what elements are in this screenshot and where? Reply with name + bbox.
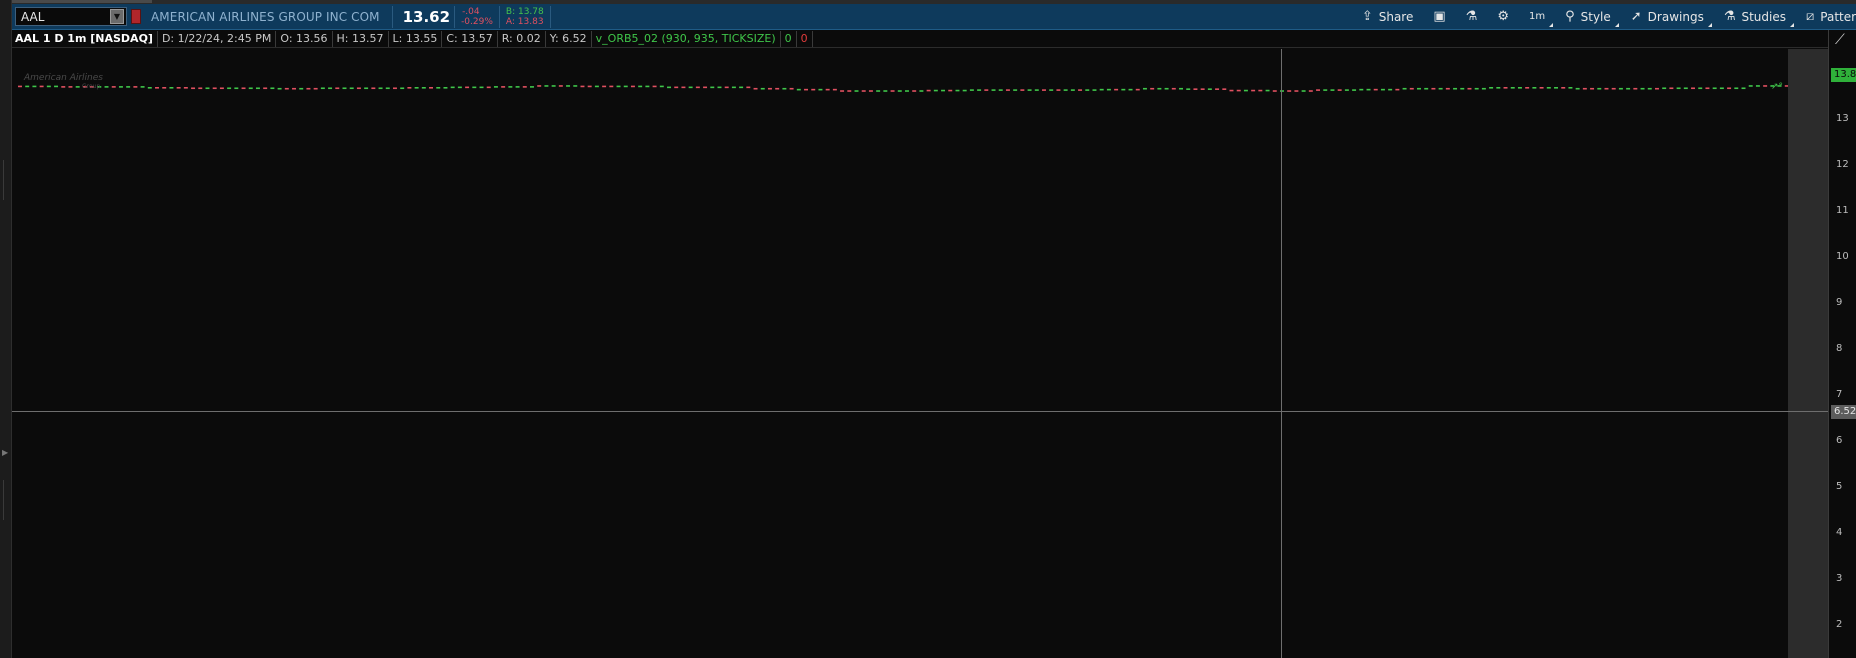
crosshair-horizontal xyxy=(12,411,1828,412)
quote-icon: ▣ xyxy=(1433,9,1446,24)
studies-label: Studies xyxy=(1741,9,1786,24)
price-axis-label: 6 xyxy=(1836,435,1843,446)
flask-icon: ⚗ xyxy=(1465,9,1478,24)
price-axis-label: 7 xyxy=(1836,389,1843,400)
price-axis-label: 2 xyxy=(1836,619,1843,630)
corner-indicator xyxy=(1614,22,1619,27)
price-axis-label: 9 xyxy=(1836,297,1843,308)
price-axis-label: 10 xyxy=(1836,251,1849,262)
patterns-icon: ⧄ xyxy=(1806,9,1815,24)
share-label: Share xyxy=(1378,9,1414,24)
settings-button[interactable]: ⚙ xyxy=(1487,4,1519,30)
divider xyxy=(549,5,551,28)
bar-close: C: 13.57 xyxy=(442,30,498,47)
price-axis-label: 8 xyxy=(1836,343,1843,354)
studies-button[interactable]: ⚗ Studies xyxy=(1714,4,1796,30)
chart-toolbar: AAL ▼ AMERICAN AIRLINES GROUP INC COM 13… xyxy=(12,4,1856,30)
style-label: Style xyxy=(1580,9,1611,24)
flask-button[interactable]: ⚗ xyxy=(1456,4,1488,30)
corner-indicator xyxy=(1790,22,1794,27)
last-bar-marker: ↗° xyxy=(1771,82,1783,92)
cursor-icon: ➚ xyxy=(1630,9,1642,24)
timeframe-label: 1m xyxy=(1528,11,1546,22)
change-percent: -0.29% xyxy=(461,16,493,27)
window-tab[interactable] xyxy=(12,0,152,3)
drawings-label: Drawings xyxy=(1647,9,1704,24)
timeframe-button[interactable]: 1m xyxy=(1519,4,1555,30)
chart-right-margin xyxy=(1788,49,1828,658)
patterns-label: Patterns xyxy=(1820,9,1856,24)
share-icon: ⇪ xyxy=(1361,9,1373,24)
patterns-button[interactable]: ⧄ Patterns xyxy=(1796,4,1856,30)
bar-range: R: 0.02 xyxy=(498,30,546,47)
bid-price: B: 13.78 xyxy=(505,6,544,17)
toolbar-actions: ⇪ Share ▣ ⚗ ⚙ 1m ⚲ Style ➚ Drawings ⚗ St… xyxy=(1352,4,1856,30)
style-icon: ⚲ xyxy=(1565,9,1575,24)
divider xyxy=(454,5,456,28)
corner-indicator xyxy=(1707,22,1712,27)
drawings-button[interactable]: ➚ Drawings xyxy=(1621,4,1714,30)
ask-price: A: 13.83 xyxy=(505,16,544,27)
bid-ask: B: 13.78 A: 13.83 xyxy=(506,7,544,27)
share-button[interactable]: ⇪ Share xyxy=(1352,4,1424,30)
symbol-selector[interactable]: AAL ▼ xyxy=(15,7,127,26)
price-axis-label: 4 xyxy=(1836,527,1843,538)
crosshair-vertical xyxy=(1281,49,1282,658)
axis-settings-icon[interactable]: ⟋ xyxy=(1835,32,1845,48)
bar-open: O: 13.56 xyxy=(276,30,333,47)
price-axis-label: 11 xyxy=(1836,205,1849,216)
study-label[interactable]: v_ORB5_02 (930, 935, TICKSIZE) xyxy=(592,30,781,47)
bar-high: H: 13.57 xyxy=(333,30,389,47)
crosshair-price-badge: 6.52 xyxy=(1831,405,1856,419)
chart-info-bar: AAL 1 D 1m [NASDAQ] D: 1/22/24, 2:45 PM … xyxy=(12,30,1830,48)
style-button[interactable]: ⚲ Style xyxy=(1555,4,1621,30)
price-axis-label: 5 xyxy=(1836,481,1843,492)
price-axis-label: 13 xyxy=(1836,113,1849,124)
study-value-1: 0 xyxy=(781,30,797,47)
change-absolute: -.04 xyxy=(462,6,480,17)
symbol-input[interactable]: AAL xyxy=(16,10,110,24)
corner-indicator xyxy=(1549,22,1554,27)
expand-arrow-icon[interactable]: ▶ xyxy=(2,448,8,457)
price-chart: ↗° xyxy=(18,82,1788,92)
gutter-divider xyxy=(3,160,4,200)
gear-icon: ⚙ xyxy=(1497,9,1509,24)
study-value-2: 0 xyxy=(797,30,813,47)
symbol-dropdown-button[interactable]: ▼ xyxy=(110,9,124,24)
price-axis-label: 12 xyxy=(1836,159,1849,170)
company-logo-subtitle: Group xyxy=(82,83,101,90)
cursor-y: Y: 6.52 xyxy=(546,30,592,47)
price-change: -.04 -0.29% xyxy=(461,7,493,27)
last-price-badge: 13.8 xyxy=(1831,68,1856,82)
gutter-divider xyxy=(3,480,4,520)
chevron-down-icon: ▼ xyxy=(113,11,121,21)
chart-title[interactable]: AAL 1 D 1m [NASDAQ] xyxy=(12,30,158,47)
company-logo-watermark: American Airlines xyxy=(24,73,103,83)
bar-date: D: 1/22/24, 2:45 PM xyxy=(158,30,277,47)
price-axis-label: 3 xyxy=(1836,573,1843,584)
studies-flask-icon: ⚗ xyxy=(1723,9,1736,24)
link-color-button[interactable] xyxy=(131,9,141,24)
quote-button[interactable]: ▣ xyxy=(1423,4,1455,30)
divider xyxy=(391,5,393,28)
left-gutter: ▶ xyxy=(0,0,12,658)
last-price: 13.62 xyxy=(402,7,451,26)
divider xyxy=(498,5,500,28)
price-axis[interactable]: ⟋ 141312111098765432 13.8 6.52 xyxy=(1828,30,1856,658)
company-name: AMERICAN AIRLINES GROUP INC COM xyxy=(151,9,380,24)
bar-low: L: 13.55 xyxy=(389,30,443,47)
chart-plot-area[interactable]: ↗° xyxy=(12,49,1788,658)
